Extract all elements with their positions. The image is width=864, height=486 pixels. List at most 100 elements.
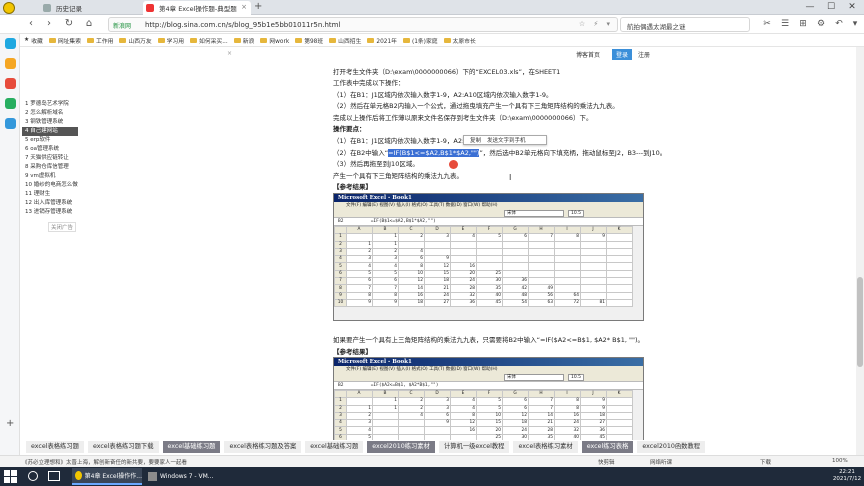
list-item[interactable]: 12 出入库管理系统 xyxy=(22,199,78,208)
copy-button[interactable]: 复制 xyxy=(470,136,481,144)
url-text[interactable]: http://blog.sina.com.cn/s/blog_95b1e5bb0… xyxy=(145,21,340,29)
list-item[interactable]: 2 怎么解析域名 xyxy=(22,109,78,118)
status-item[interactable]: 快剪辑 xyxy=(598,458,615,466)
list-item[interactable]: 5 erp软件 xyxy=(22,136,78,145)
search-box[interactable]: 航拍偶遇太湖最之谜 xyxy=(620,17,750,32)
folder-icon xyxy=(329,37,337,43)
list-item[interactable]: 10 婚纱的电商怎么做 xyxy=(22,181,78,190)
bookmark-item[interactable]: 网work xyxy=(260,36,289,45)
status-item[interactable]: 网络听课 xyxy=(650,458,672,466)
status-item[interactable]: 下载 xyxy=(760,458,771,466)
column-header: H xyxy=(528,225,555,235)
minimize-button[interactable]: — xyxy=(800,0,820,15)
close-ad-icon[interactable]: × xyxy=(227,50,232,57)
list-item[interactable]: 6 oa管理系统 xyxy=(22,145,78,154)
bookmark-favorites[interactable]: ★ 收藏 xyxy=(24,36,43,45)
bookmark-item[interactable]: 工作用 xyxy=(87,36,113,45)
related-link[interactable]: excel表格练习素材 xyxy=(513,441,578,453)
chat-icon[interactable] xyxy=(5,98,16,109)
bookmark-item[interactable]: (1条)家庭 xyxy=(402,36,438,45)
login-link[interactable]: 登录 xyxy=(612,49,633,60)
url-field[interactable]: 新浪网 http://blog.sina.com.cn/s/blog_95b1e… xyxy=(108,17,618,32)
bookmark-item[interactable]: 网址集索 xyxy=(48,36,81,45)
extensions-icon[interactable]: ⊞ xyxy=(796,17,810,31)
list-item[interactable]: 9 vm虚拟机 xyxy=(22,172,78,181)
bookmark-item[interactable]: 新浪 xyxy=(233,36,254,45)
refresh-icon[interactable]: ↻ xyxy=(62,17,76,31)
weibo-icon[interactable] xyxy=(5,78,16,89)
cell xyxy=(580,284,607,293)
close-ad-button[interactable]: 关闭广告 xyxy=(48,222,77,232)
tab-active-article[interactable]: 第4章 Excel操作题-典型题解析-... × xyxy=(143,1,251,15)
list-item-selected[interactable]: 4 自己建网站 xyxy=(22,127,78,136)
settings-icon[interactable]: ⚙ xyxy=(814,17,828,31)
bookmark-item[interactable]: 第98班 xyxy=(295,36,323,45)
related-link[interactable]: excel表格练习题下载 xyxy=(87,441,159,453)
related-link[interactable]: 计算机一级excel教程 xyxy=(438,441,510,453)
star-icon[interactable] xyxy=(5,58,16,69)
row-header: 3 xyxy=(334,411,347,421)
bookmark-item[interactable]: 2021年 xyxy=(367,36,397,45)
menu-icon[interactable]: ☰ xyxy=(778,17,792,31)
maximize-button[interactable]: ☐ xyxy=(821,0,841,15)
task-view-icon[interactable] xyxy=(48,471,60,481)
search-icon[interactable] xyxy=(28,471,38,481)
undo-icon[interactable]: ↶ xyxy=(832,17,846,31)
clock[interactable]: 22:21 2021/7/12 xyxy=(832,469,862,483)
tool-icon[interactable] xyxy=(5,118,16,129)
cell: 1 xyxy=(346,404,373,413)
related-link[interactable]: excel表格练习题 xyxy=(26,441,84,453)
page-scrollbar[interactable] xyxy=(856,47,864,455)
column-header: E xyxy=(450,225,477,235)
status-news-text[interactable]: 《苏必立理想和》太晋上海，解创新奋任的新共要，要要家人一起看 xyxy=(22,458,187,466)
close-button[interactable]: ✕ xyxy=(842,0,862,15)
zoom-level[interactable]: 100% xyxy=(832,458,848,464)
bookmark-item[interactable]: 山西万友 xyxy=(119,36,152,45)
tab-label: 第4章 Excel操作题-典型题解析-... xyxy=(159,5,237,13)
scrollbar-thumb[interactable] xyxy=(857,277,863,367)
cell: 1 xyxy=(346,240,373,249)
list-item[interactable]: 7 天猫供应链转让 xyxy=(22,154,78,163)
new-tab-button[interactable]: + xyxy=(254,1,262,12)
related-link[interactable]: excel练习表格 xyxy=(581,441,634,453)
list-item[interactable]: 3 钢铁管理系统 xyxy=(22,118,78,127)
step-text: （2）在B2中输入“ xyxy=(333,149,389,157)
cell: 4 xyxy=(346,426,373,435)
add-panel-icon[interactable]: + xyxy=(6,418,14,429)
cut-icon[interactable]: ✂ xyxy=(760,17,774,31)
related-link[interactable]: excel2010练习素材 xyxy=(367,441,435,453)
search-text[interactable]: 航拍偶遇太湖最之谜 xyxy=(627,21,686,31)
list-item[interactable]: 8 采购仓库信管理 xyxy=(22,163,78,172)
list-item[interactable]: 11 理财生 xyxy=(22,190,78,199)
weibo-share-icon[interactable] xyxy=(449,160,458,169)
close-tab-icon[interactable]: × xyxy=(241,3,247,11)
bookmark-item[interactable]: 如何采买... xyxy=(190,36,228,45)
tab-history[interactable]: 历史记录 xyxy=(40,1,140,15)
register-link[interactable]: 注册 xyxy=(638,50,650,59)
blog-home-link[interactable]: 博客首页 xyxy=(576,50,600,59)
back-icon[interactable]: ‹ xyxy=(24,17,38,31)
taskbar-app-vm[interactable]: Windows 7 - VM... xyxy=(145,468,215,485)
cell-ref: B2 xyxy=(338,383,344,388)
forward-icon[interactable]: › xyxy=(42,17,56,31)
more-icon[interactable]: ▾ xyxy=(848,17,862,31)
related-link[interactable]: excel表格练习题及答案 xyxy=(224,441,302,453)
bookmark-item[interactable]: 太原市长 xyxy=(443,36,476,45)
table-row: 211 xyxy=(334,240,633,249)
bookmark-item[interactable]: 学习用 xyxy=(157,36,184,45)
related-link[interactable]: excel基础练习题 xyxy=(305,441,364,453)
related-link[interactable]: excel基础练习题 xyxy=(162,441,221,453)
home-icon[interactable]: ⌂ xyxy=(82,17,96,31)
cell xyxy=(450,240,477,249)
list-item[interactable]: 13 进销存管理系统 xyxy=(22,208,78,217)
selected-formula[interactable]: =IF(B$1<=$A2,B$1*$A2,"") xyxy=(388,149,480,157)
windows-start-icon[interactable] xyxy=(4,470,17,483)
send-to-phone-button[interactable]: 发送文字到手机 xyxy=(487,136,526,144)
cell xyxy=(476,255,503,264)
url-action-icons[interactable]: ☆ ⚡ ▾ xyxy=(579,20,613,28)
bookmark-item[interactable]: 山西招生 xyxy=(329,36,361,45)
taskbar-app-browser[interactable]: 第4章 Excel操作作... xyxy=(72,468,142,485)
app-icon[interactable] xyxy=(5,38,16,49)
list-item[interactable]: 1 罗德岛艺术学院 xyxy=(22,100,78,109)
related-link[interactable]: excel2010函数教程 xyxy=(637,441,706,453)
